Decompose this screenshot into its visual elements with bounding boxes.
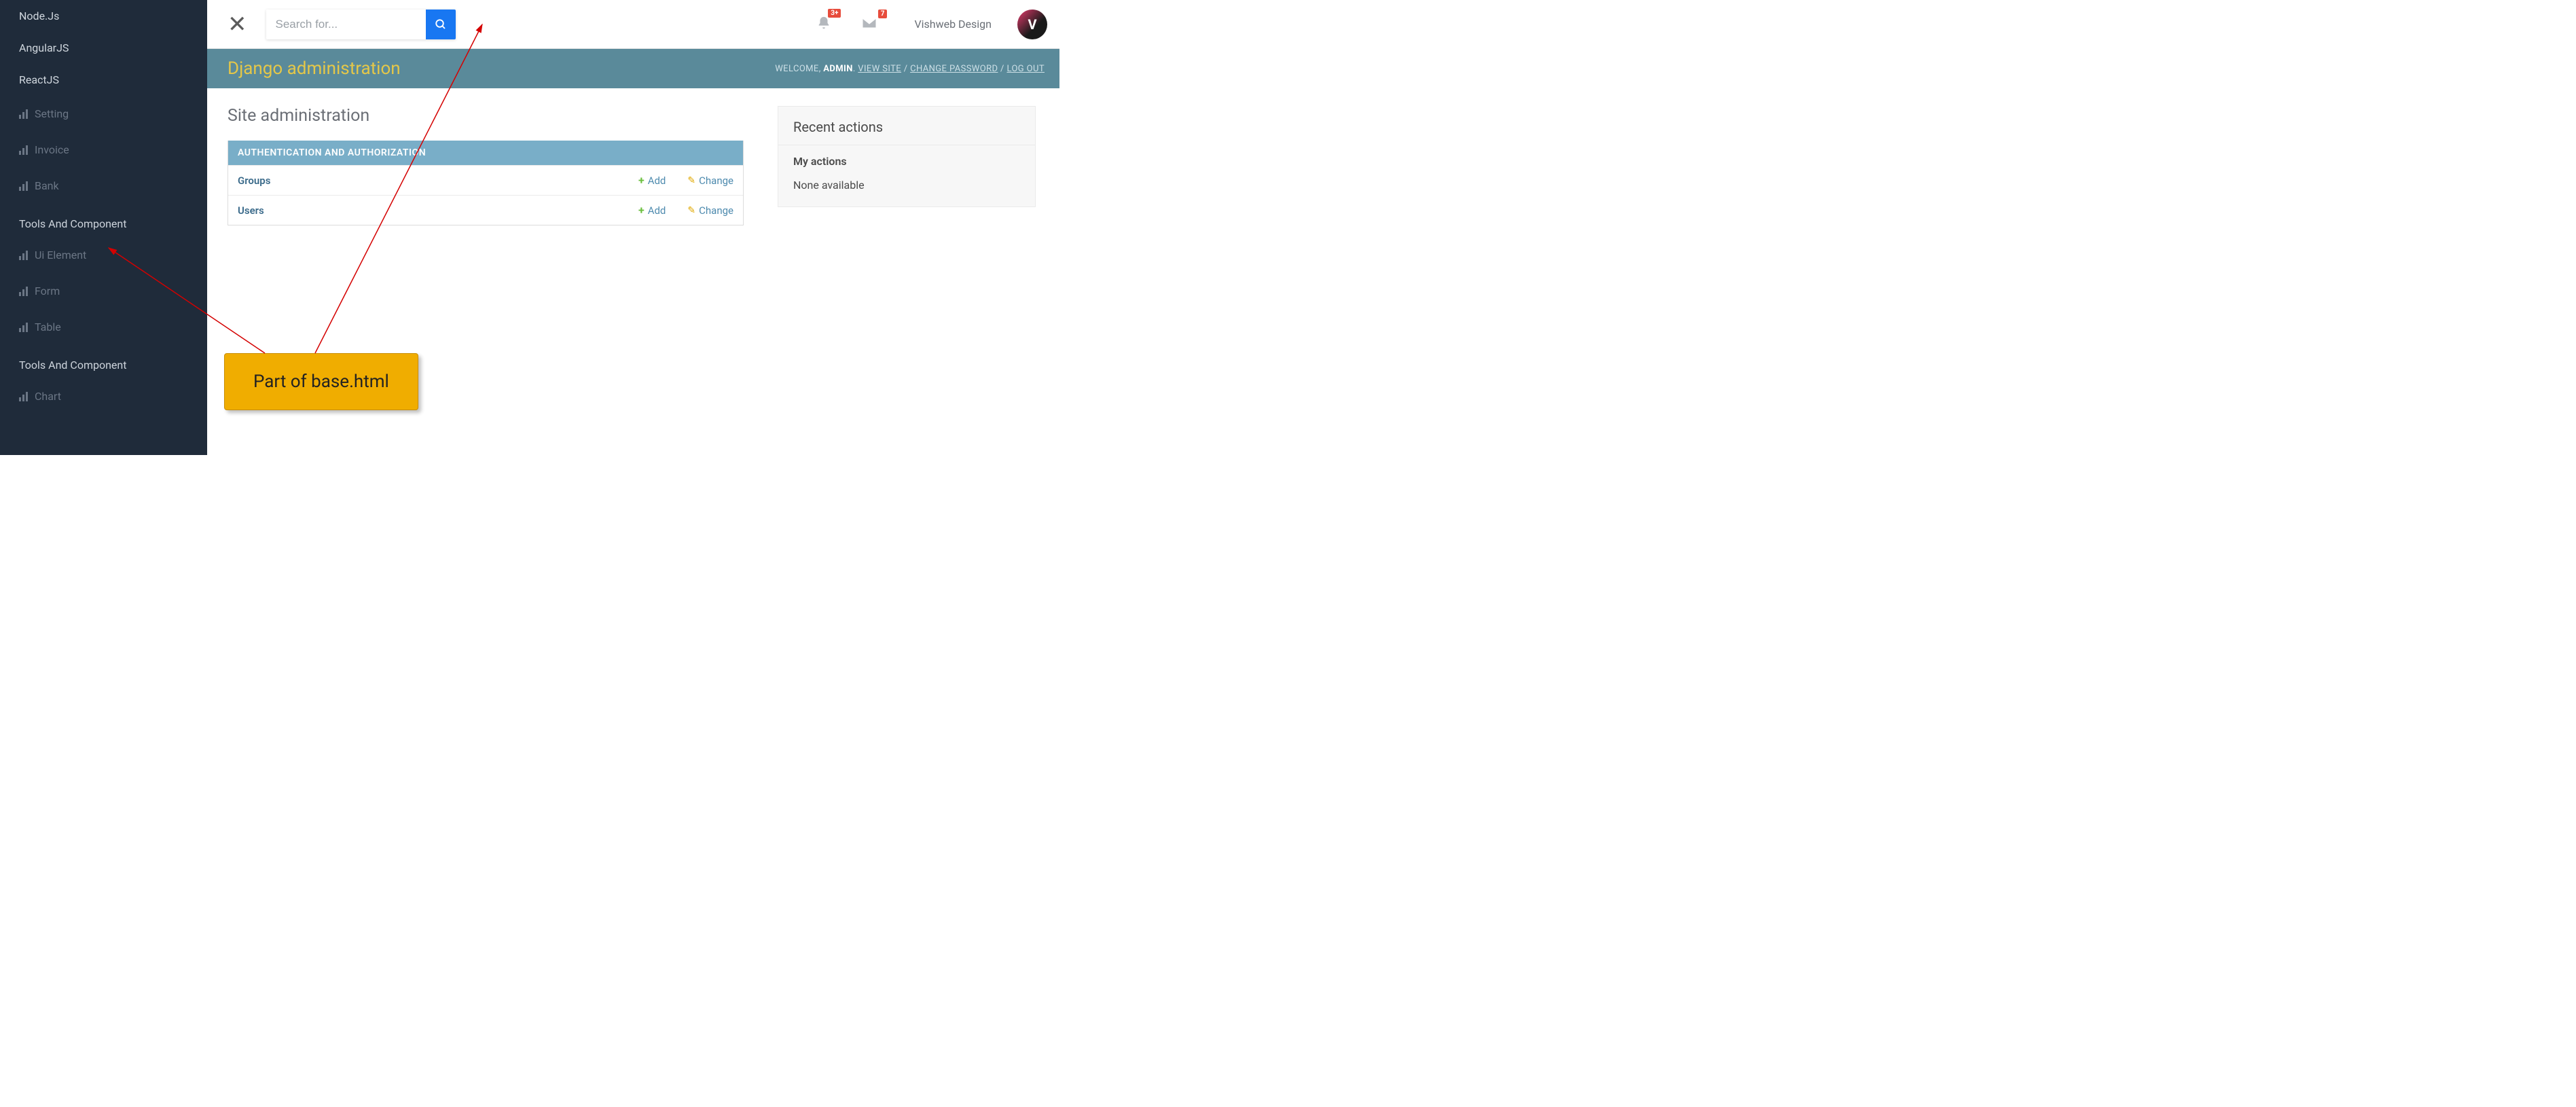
sidebar-item-invoice[interactable]: Invoice bbox=[0, 132, 207, 168]
sidebar-item-reactjs[interactable]: ReactJS bbox=[0, 64, 207, 96]
sidebar-item-bank[interactable]: Bank bbox=[0, 168, 207, 204]
add-users-link[interactable]: + Add bbox=[638, 204, 666, 217]
notifications-button[interactable]: 3+ bbox=[811, 13, 837, 36]
recent-actions-title: Recent actions bbox=[778, 107, 1035, 145]
log-out-link[interactable]: LOG OUT bbox=[1006, 64, 1045, 74]
envelope-icon bbox=[861, 16, 877, 30]
table-row: Users + Add ✎ Change bbox=[228, 195, 743, 225]
sidebar-item-label: Chart bbox=[35, 390, 61, 403]
search-button[interactable] bbox=[426, 10, 456, 39]
username-label: Vishweb Design bbox=[914, 18, 992, 31]
change-label: Change bbox=[699, 204, 733, 217]
sidebar-item-label: Ui Element bbox=[35, 249, 86, 261]
change-users-link[interactable]: ✎ Change bbox=[687, 204, 733, 217]
model-users-link[interactable]: Users bbox=[238, 204, 617, 217]
bar-chart-icon bbox=[19, 392, 28, 401]
module-column: Site administration AUTHENTICATION AND A… bbox=[228, 106, 744, 225]
sidebar-item-form[interactable]: Form bbox=[0, 273, 207, 309]
recent-actions-column: Recent actions My actions None available bbox=[778, 106, 1036, 225]
callout-box: Part of base.html bbox=[224, 353, 418, 410]
sidebar-item-setting[interactable]: Setting bbox=[0, 96, 207, 132]
mail-badge: 7 bbox=[878, 10, 888, 18]
add-label: Add bbox=[648, 175, 666, 187]
model-groups-link[interactable]: Groups bbox=[238, 175, 617, 187]
bar-chart-icon bbox=[19, 251, 28, 260]
sidebar-item-label: Table bbox=[35, 321, 61, 333]
sidebar-heading-tools-2: Tools And Component bbox=[0, 345, 207, 378]
bar-chart-icon bbox=[19, 109, 28, 119]
none-available-text: None available bbox=[778, 172, 1035, 206]
table-row: Groups + Add ✎ Change bbox=[228, 165, 743, 195]
add-label: Add bbox=[648, 204, 666, 217]
sidebar-item-label: Invoice bbox=[35, 143, 69, 156]
sidebar-item-nodejs[interactable]: Node.Js bbox=[0, 0, 207, 32]
sidebar-item-label: Setting bbox=[35, 107, 69, 120]
plus-icon: + bbox=[638, 204, 645, 217]
sidebar-item-label: Bank bbox=[35, 179, 59, 192]
content: Site administration AUTHENTICATION AND A… bbox=[207, 88, 1059, 243]
change-groups-link[interactable]: ✎ Change bbox=[687, 175, 733, 187]
welcome-text: WELCOME, bbox=[775, 64, 823, 74]
topbar: ✕ 3+ 7 Vi bbox=[207, 0, 1059, 49]
sidebar: Node.Js AngularJS ReactJS Setting Invoic… bbox=[0, 0, 207, 455]
view-site-link[interactable]: VIEW SITE bbox=[858, 64, 901, 74]
pencil-icon: ✎ bbox=[687, 175, 695, 186]
messages-button[interactable]: 7 bbox=[856, 14, 883, 35]
bar-chart-icon bbox=[19, 181, 28, 191]
avatar[interactable]: V bbox=[1017, 10, 1047, 39]
bell-icon bbox=[816, 16, 831, 31]
django-header: Django administration WELCOME, ADMIN. VI… bbox=[207, 49, 1059, 88]
module-header: AUTHENTICATION AND AUTHORIZATION bbox=[228, 141, 743, 165]
add-groups-link[interactable]: + Add bbox=[638, 174, 666, 187]
sidebar-item-chart[interactable]: Chart bbox=[0, 378, 207, 414]
change-password-link[interactable]: CHANGE PASSWORD bbox=[910, 64, 998, 74]
recent-actions-box: Recent actions My actions None available bbox=[778, 106, 1036, 207]
search-input[interactable] bbox=[266, 10, 426, 39]
site-admin-title: Site administration bbox=[228, 106, 744, 126]
change-label: Change bbox=[699, 175, 733, 187]
my-actions-heading: My actions bbox=[778, 145, 1035, 172]
django-title: Django administration bbox=[228, 58, 401, 79]
bar-chart-icon bbox=[19, 287, 28, 296]
pencil-icon: ✎ bbox=[687, 205, 695, 216]
searchbox bbox=[266, 10, 456, 39]
sidebar-heading-tools-1: Tools And Component bbox=[0, 204, 207, 237]
auth-module: AUTHENTICATION AND AUTHORIZATION Groups … bbox=[228, 141, 744, 225]
bar-chart-icon bbox=[19, 323, 28, 332]
plus-icon: + bbox=[638, 174, 645, 187]
sidebar-item-ui-element[interactable]: Ui Element bbox=[0, 237, 207, 273]
sidebar-item-label: Form bbox=[35, 285, 60, 297]
search-icon bbox=[435, 18, 447, 31]
bar-chart-icon bbox=[19, 145, 28, 155]
bell-badge: 3+ bbox=[828, 9, 841, 18]
sidebar-item-angularjs[interactable]: AngularJS bbox=[0, 32, 207, 64]
close-icon[interactable]: ✕ bbox=[228, 13, 247, 36]
django-userlinks: WELCOME, ADMIN. VIEW SITE / CHANGE PASSW… bbox=[775, 64, 1045, 74]
sidebar-item-table[interactable]: Table bbox=[0, 309, 207, 345]
admin-name: ADMIN bbox=[823, 64, 853, 74]
